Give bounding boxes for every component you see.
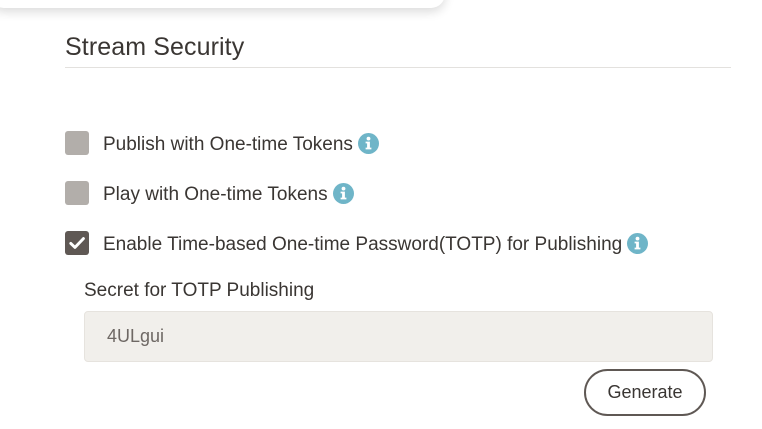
info-circle-icon[interactable] — [332, 182, 354, 204]
info-circle-icon[interactable] — [627, 232, 649, 254]
stream-security-panel: Stream Security Publish with One-time To… — [0, 0, 762, 429]
publish-one-time-tokens-label: Publish with One-time Tokens — [103, 134, 353, 155]
section-title: Stream Security — [65, 33, 245, 61]
info-circle-icon[interactable] — [357, 132, 379, 154]
play-one-time-tokens-option[interactable]: Play with One-time Tokens — [65, 181, 354, 205]
totp-secret-label: Secret for TOTP Publishing — [84, 280, 315, 301]
enable-totp-publishing-checkbox[interactable] — [65, 231, 89, 255]
publish-one-time-tokens-checkbox[interactable] — [65, 131, 89, 155]
totp-secret-input[interactable] — [84, 311, 713, 362]
section-divider — [65, 67, 731, 68]
enable-totp-publishing-label: Enable Time-based One-time Password(TOTP… — [103, 234, 623, 255]
play-one-time-tokens-label: Play with One-time Tokens — [103, 184, 328, 205]
enable-totp-publishing-option[interactable]: Enable Time-based One-time Password(TOTP… — [65, 231, 649, 255]
play-one-time-tokens-checkbox[interactable] — [65, 181, 89, 205]
upper-card-edge — [0, 0, 445, 8]
generate-button[interactable]: Generate — [584, 369, 706, 416]
publish-one-time-tokens-option[interactable]: Publish with One-time Tokens — [65, 131, 379, 155]
checkmark-icon — [69, 237, 85, 249]
